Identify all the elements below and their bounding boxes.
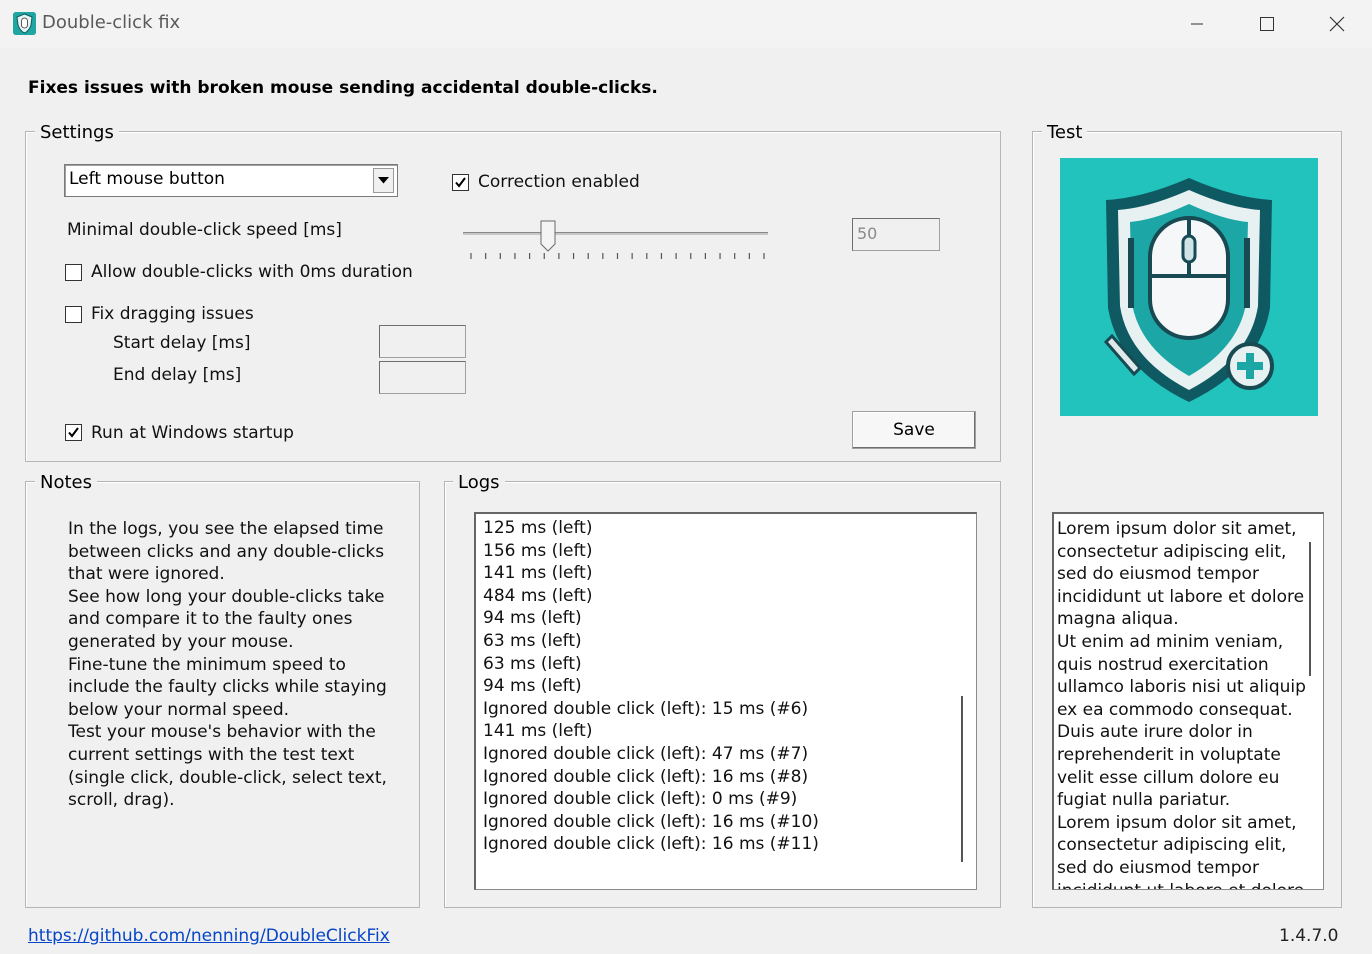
logs-legend: Logs	[453, 472, 505, 494]
save-button[interactable]: Save	[852, 411, 976, 449]
mouse-button-select-value: Left mouse button	[69, 169, 225, 189]
notes-legend: Notes	[35, 472, 97, 494]
log-entry[interactable]: 63 ms (left)	[483, 631, 582, 651]
github-link[interactable]: https://github.com/nenning/DoubleClickFi…	[28, 926, 390, 946]
log-entry[interactable]: 156 ms (left)	[483, 541, 592, 561]
log-entry[interactable]: Ignored double click (left): 16 ms (#11)	[483, 834, 819, 854]
checkmark-icon	[455, 177, 466, 188]
log-entry[interactable]: 94 ms (left)	[483, 676, 582, 696]
app-description: Fixes issues with broken mouse sending a…	[28, 78, 658, 98]
run-startup-checkbox[interactable]	[65, 424, 82, 441]
end-delay-label: End delay [ms]	[113, 365, 242, 385]
log-entry[interactable]: Ignored double click (left): 47 ms (#7)	[483, 744, 808, 764]
start-delay-label: Start delay [ms]	[113, 333, 251, 353]
close-icon	[1329, 16, 1345, 32]
maximize-icon	[1260, 17, 1274, 31]
minimize-icon	[1191, 23, 1203, 25]
log-entry[interactable]: 141 ms (left)	[483, 563, 592, 583]
end-delay-input[interactable]	[379, 361, 466, 394]
correction-enabled-label: Correction enabled	[478, 172, 640, 192]
log-entry[interactable]: 484 ms (left)	[483, 586, 592, 606]
logs-scrollbar[interactable]	[961, 696, 963, 862]
window-title: Double-click fix	[42, 12, 181, 33]
log-entry[interactable]: Ignored double click (left): 16 ms (#10)	[483, 812, 819, 832]
test-legend: Test	[1042, 122, 1088, 144]
settings-legend: Settings	[35, 122, 119, 144]
logs-list[interactable]: 125 ms (left) 156 ms (left) 141 ms (left…	[474, 512, 977, 890]
min-speed-label: Minimal double-click speed [ms]	[67, 220, 342, 240]
allow-zero-label: Allow double-clicks with 0ms duration	[91, 262, 413, 282]
log-entry[interactable]: Ignored double click (left): 15 ms (#6)	[483, 699, 808, 719]
log-entry[interactable]: Ignored double click (left): 0 ms (#9)	[483, 789, 797, 809]
fix-dragging-label: Fix dragging issues	[91, 304, 254, 324]
allow-zero-checkbox[interactable]	[65, 264, 82, 281]
chevron-down-icon	[378, 177, 389, 184]
min-speed-slider-track[interactable]	[463, 232, 768, 235]
fix-dragging-checkbox[interactable]	[65, 306, 82, 323]
test-text-content[interactable]: Lorem ipsum dolor sit amet, consectetur …	[1057, 518, 1307, 889]
min-speed-input[interactable]: 50	[852, 218, 940, 251]
shield-mouse-logo-icon	[1060, 158, 1318, 416]
run-startup-label: Run at Windows startup	[91, 423, 294, 443]
version-label: 1.4.7.0	[1279, 926, 1339, 946]
app-logo	[1060, 158, 1318, 416]
test-scrollbar[interactable]	[1309, 542, 1311, 676]
log-entry[interactable]: 125 ms (left)	[483, 518, 592, 538]
log-entry[interactable]: 141 ms (left)	[483, 721, 592, 741]
checkmark-icon	[68, 427, 79, 438]
log-entry[interactable]: 94 ms (left)	[483, 608, 582, 628]
dropdown-button[interactable]	[373, 168, 394, 193]
test-text-area[interactable]: Lorem ipsum dolor sit amet, consectetur …	[1052, 512, 1324, 890]
close-button[interactable]	[1302, 0, 1372, 48]
shield-mouse-icon	[13, 12, 36, 35]
slider-ticks	[470, 253, 765, 259]
min-speed-value: 50	[857, 224, 878, 243]
log-entry[interactable]: Ignored double click (left): 16 ms (#8)	[483, 767, 808, 787]
minimize-button[interactable]	[1162, 0, 1232, 48]
min-speed-slider-thumb[interactable]	[540, 220, 556, 252]
correction-enabled-checkbox[interactable]	[452, 174, 469, 191]
maximize-button[interactable]	[1232, 0, 1302, 48]
mouse-button-select[interactable]: Left mouse button	[64, 164, 398, 197]
log-entry[interactable]: 63 ms (left)	[483, 654, 582, 674]
notes-text: In the logs, you see the elapsed time be…	[68, 519, 387, 811]
start-delay-input[interactable]	[379, 325, 466, 358]
